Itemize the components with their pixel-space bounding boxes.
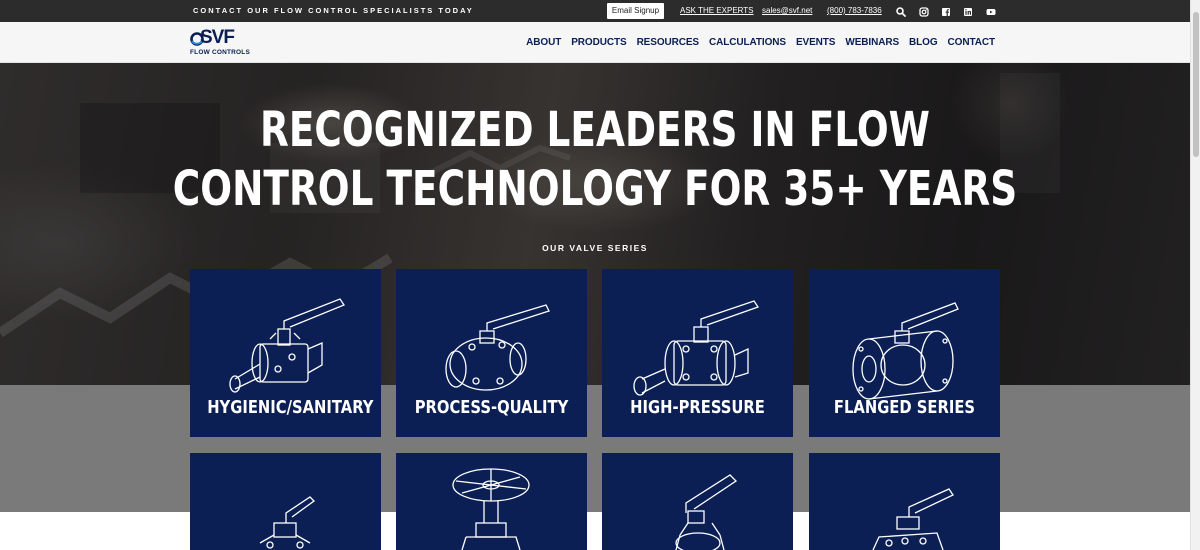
butterfly-valve-icon bbox=[675, 474, 738, 550]
three-piece-ball-valve-icon bbox=[872, 488, 954, 550]
globe-valve-handwheel-icon bbox=[452, 468, 530, 550]
main-navbar: SVF FLOW CONTROLS ABOUT PRODUCTS RESOURC… bbox=[0, 22, 1190, 63]
nav-item-resources[interactable]: RESOURCES bbox=[637, 37, 700, 48]
ball-valve-icon bbox=[259, 496, 315, 549]
page: CONTACT OUR FLOW CONTROL SPECIALISTS TOD… bbox=[0, 0, 1200, 550]
hero-title-line-1: RECOGNIZED LEADERS IN FLOW bbox=[260, 102, 930, 158]
nav-item-products[interactable]: PRODUCTS bbox=[571, 37, 626, 48]
hero-title-line-2: CONTROL TECHNOLOGY FOR 35+ YEARS bbox=[172, 161, 1018, 217]
email-signup-button[interactable]: Email Signup bbox=[607, 3, 664, 19]
valve-card-label: PROCESS-QUALITY bbox=[414, 397, 569, 418]
valve-card-label: HIGH-PRESSURE bbox=[630, 397, 765, 418]
scrollbar-thumb[interactable] bbox=[1193, 12, 1199, 157]
instagram-icon[interactable] bbox=[918, 5, 930, 17]
valve-series-heading: OUR VALVE SERIES bbox=[542, 243, 648, 253]
vertical-scrollbar[interactable] bbox=[1190, 0, 1200, 550]
valve-card-label: FLANGED SERIES bbox=[833, 397, 976, 418]
valve-card-row2-4[interactable] bbox=[809, 453, 1000, 550]
nav-item-events[interactable]: EVENTS bbox=[796, 37, 836, 48]
ask-experts-link[interactable]: ASK THE EXPERTS bbox=[680, 6, 754, 15]
nav-item-about[interactable]: ABOUT bbox=[526, 37, 561, 48]
email-link[interactable]: sales@svf.net bbox=[762, 6, 812, 15]
hero-banner: RECOGNIZED LEADERS IN FLOW CONTROL TECHN… bbox=[0, 63, 1190, 385]
valve-card-row2-1[interactable] bbox=[190, 453, 381, 550]
hero-title: RECOGNIZED LEADERS IN FLOW CONTROL TECHN… bbox=[131, 101, 1059, 219]
nav-item-contact[interactable]: CONTACT bbox=[948, 37, 996, 48]
nav-menu: ABOUT PRODUCTS RESOURCES CALCULATIONS EV… bbox=[526, 37, 995, 48]
valve-card-process-quality[interactable]: PROCESS-QUALITY bbox=[396, 269, 587, 437]
valve-card-high-pressure[interactable]: HIGH-PRESSURE bbox=[602, 269, 793, 437]
search-icon[interactable] bbox=[895, 5, 907, 17]
valve-card-hygienic[interactable]: HYGIENIC/SANITARY bbox=[190, 269, 381, 437]
valve-card-flanged[interactable]: FLANGED SERIES bbox=[809, 269, 1000, 437]
nav-item-blog[interactable]: BLOG bbox=[909, 37, 938, 48]
youtube-icon[interactable] bbox=[985, 5, 997, 17]
phone-link[interactable]: (800) 783-7836 bbox=[827, 6, 882, 15]
top-utility-bar: CONTACT OUR FLOW CONTROL SPECIALISTS TOD… bbox=[0, 0, 1190, 22]
contact-tagline[interactable]: CONTACT OUR FLOW CONTROL SPECIALISTS TOD… bbox=[193, 6, 474, 15]
logo-text: SVF bbox=[200, 27, 235, 48]
facebook-icon[interactable] bbox=[940, 5, 952, 17]
valve-card-label: HYGIENIC/SANITARY bbox=[207, 397, 374, 418]
white-section-band bbox=[0, 512, 1190, 550]
nav-item-calculations[interactable]: CALCULATIONS bbox=[709, 37, 786, 48]
valve-card-row2-2[interactable] bbox=[396, 453, 587, 550]
logo-subtitle: FLOW CONTROLS bbox=[190, 49, 251, 56]
linkedin-icon[interactable] bbox=[962, 5, 974, 17]
valve-card-row2-3[interactable] bbox=[602, 453, 793, 550]
svf-logo[interactable]: SVF FLOW CONTROLS bbox=[190, 27, 254, 57]
nav-item-webinars[interactable]: WEBINARS bbox=[845, 37, 899, 48]
gray-section-band bbox=[0, 385, 1190, 512]
